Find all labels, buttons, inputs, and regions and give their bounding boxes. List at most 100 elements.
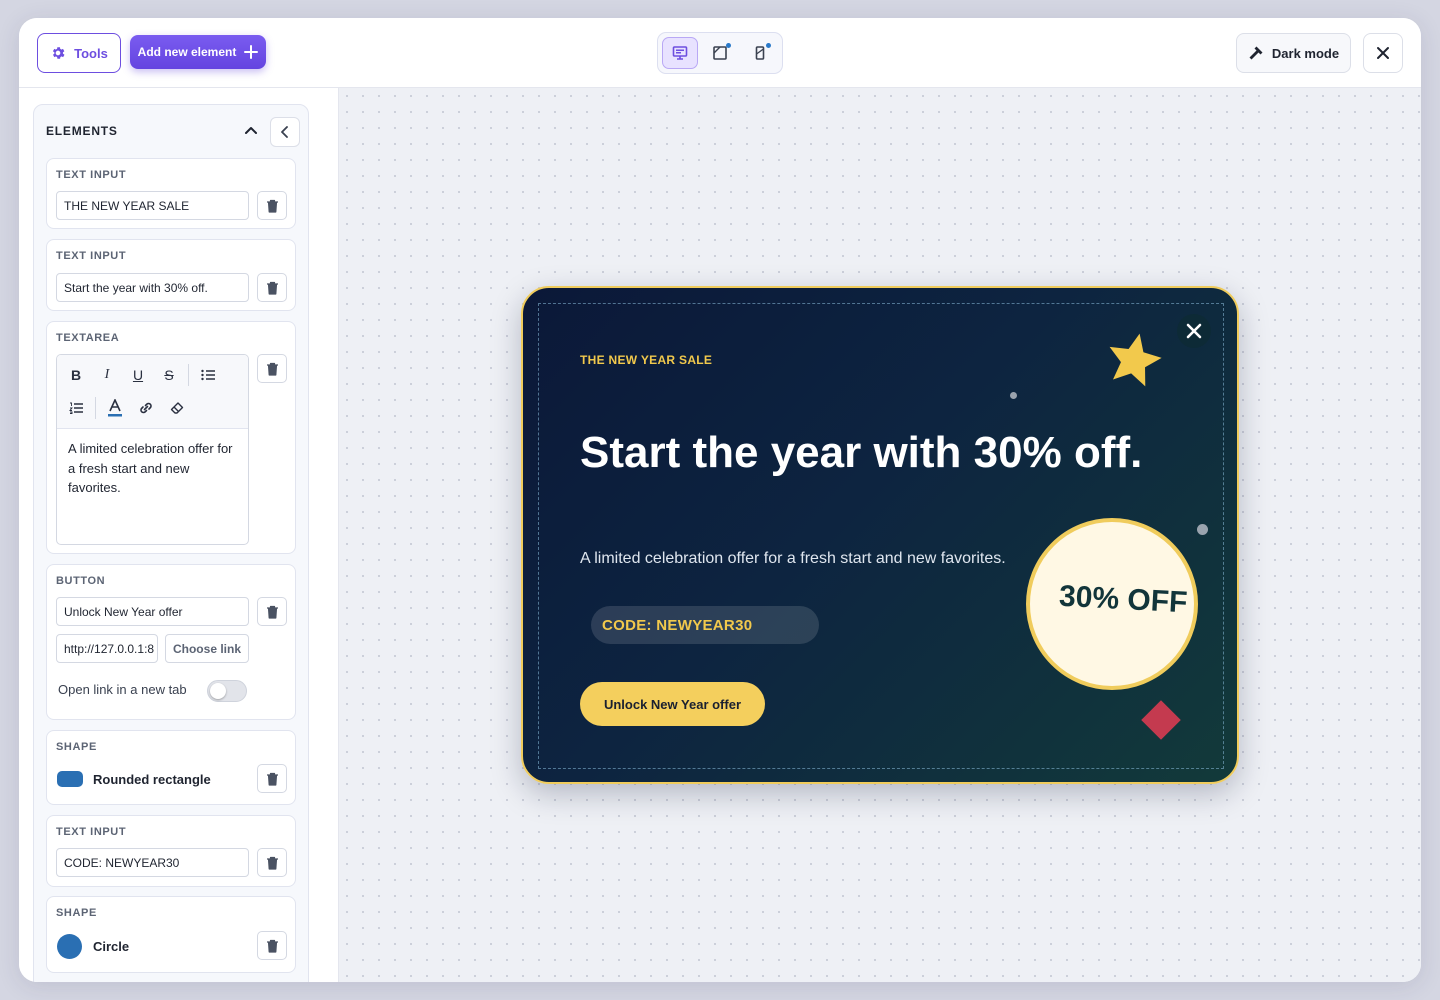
popup-code-pill[interactable]: CODE: NEWYEAR30 — [591, 606, 819, 644]
rounded-rectangle-swatch — [57, 771, 83, 787]
delete-element-button[interactable] — [257, 764, 287, 793]
hammer-icon — [1249, 46, 1263, 60]
mobile-view-button[interactable] — [742, 37, 778, 69]
toolbar-separator — [188, 364, 189, 386]
element-card-button: BUTTON Unlock New Year offer http://127.… — [46, 564, 296, 720]
text-color-icon — [108, 399, 122, 417]
underline-button[interactable]: U — [125, 362, 151, 388]
element-text-field[interactable]: THE NEW YEAR SALE — [56, 191, 249, 220]
dark-mode-label: Dark mode — [1271, 45, 1340, 61]
toolbar-separator — [95, 397, 96, 419]
decor-dot — [1197, 524, 1208, 535]
element-type-label: TEXTAREA — [56, 332, 120, 344]
trash-icon — [266, 281, 278, 295]
element-type-label: SHAPE — [56, 907, 97, 919]
delete-element-button[interactable] — [257, 848, 287, 877]
eraser-icon — [170, 402, 184, 414]
popup-subtext[interactable]: A limited celebration offer for a fresh … — [580, 550, 1006, 568]
delete-element-button[interactable] — [257, 354, 287, 383]
tablet-view-button[interactable] — [702, 37, 738, 69]
trash-icon — [266, 939, 278, 953]
decor-dot — [1010, 392, 1017, 399]
delete-element-button[interactable] — [257, 931, 287, 960]
elements-panel: ELEMENTS TEXT INPUT THE NEW YEAR SALE TE… — [33, 104, 309, 982]
element-type-label: TEXT INPUT — [56, 250, 127, 262]
add-element-label: Add new element — [137, 45, 237, 59]
element-type-label: TEXT INPUT — [56, 169, 127, 181]
collapse-sidebar-button[interactable] — [270, 117, 300, 147]
element-text-field[interactable]: Start the year with 30% off. — [56, 273, 249, 302]
strikethrough-button[interactable]: S — [156, 362, 182, 388]
tablet-icon — [713, 46, 727, 60]
link-button[interactable] — [133, 395, 159, 421]
italic-button[interactable]: I — [94, 362, 120, 388]
bold-button[interactable]: B — [63, 362, 89, 388]
popup-close-button[interactable] — [1177, 314, 1211, 348]
bullet-list-icon — [201, 369, 215, 381]
chevron-left-icon — [281, 126, 288, 138]
choose-link-button[interactable]: Choose link — [165, 634, 249, 663]
tools-button[interactable]: Tools — [37, 33, 121, 73]
element-card-shape: SHAPE Circle — [46, 896, 296, 973]
device-preview-group — [657, 32, 783, 74]
dark-mode-button[interactable]: Dark mode — [1236, 33, 1351, 73]
link-icon — [140, 402, 152, 414]
tablet-indicator-dot — [726, 43, 731, 48]
button-link-field[interactable]: http://127.0.0.1:8 — [56, 634, 158, 663]
new-tab-toggle[interactable] — [207, 680, 247, 702]
close-editor-button[interactable] — [1363, 33, 1403, 73]
button-label-field[interactable]: Unlock New Year offer — [56, 597, 249, 626]
popup-eyebrow[interactable]: THE NEW YEAR SALE — [580, 353, 712, 367]
toggle-knob — [210, 683, 226, 699]
sidebar: ELEMENTS TEXT INPUT THE NEW YEAR SALE TE… — [19, 88, 339, 982]
close-icon — [1377, 47, 1389, 59]
design-canvas[interactable]: THE NEW YEAR SALE Start the year with 30… — [339, 88, 1421, 982]
tools-label: Tools — [74, 45, 108, 61]
mobile-icon — [755, 46, 765, 60]
star-icon — [1109, 333, 1162, 387]
top-toolbar: Tools Add new element Dark mode — [19, 18, 1421, 88]
mobile-indicator-dot — [766, 43, 771, 48]
numbered-list-icon — [69, 402, 83, 414]
popup-cta-button[interactable]: Unlock New Year offer — [580, 682, 765, 726]
trash-icon — [266, 605, 278, 619]
element-card-shape: SHAPE Rounded rectangle — [46, 730, 296, 805]
trash-icon — [266, 199, 278, 213]
shape-name: Circle — [93, 939, 130, 954]
add-element-button[interactable]: Add new element — [130, 35, 266, 69]
trash-icon — [266, 772, 278, 786]
rich-text-editor: B I U S A limited celebration offer for … — [56, 354, 249, 545]
element-card-text-input: TEXT INPUT THE NEW YEAR SALE — [46, 158, 296, 229]
text-color-button[interactable] — [102, 395, 128, 421]
popup-preview[interactable]: THE NEW YEAR SALE Start the year with 30… — [521, 286, 1239, 784]
bullet-list-button[interactable] — [195, 362, 221, 388]
trash-icon — [266, 362, 278, 376]
chevron-up-icon[interactable] — [244, 123, 258, 137]
textarea-content[interactable]: A limited celebration offer for a fresh … — [68, 439, 240, 498]
editor-window: Tools Add new element Dark mode ELEMENTS… — [19, 18, 1421, 982]
plus-icon — [244, 45, 259, 59]
close-icon — [1186, 323, 1202, 339]
clear-format-button[interactable] — [164, 395, 190, 421]
element-type-label: SHAPE — [56, 741, 97, 753]
element-card-textarea: TEXTAREA B I U S A limited celebration o… — [46, 321, 296, 554]
element-type-label: BUTTON — [56, 575, 106, 587]
popup-headline[interactable]: Start the year with 30% off. — [580, 428, 1142, 478]
desktop-view-button[interactable] — [662, 37, 698, 69]
new-tab-toggle-label: Open link in a new tab — [58, 682, 187, 697]
element-type-label: TEXT INPUT — [56, 826, 127, 838]
elements-title: ELEMENTS — [46, 124, 118, 138]
delete-element-button[interactable] — [257, 273, 287, 302]
delete-element-button[interactable] — [257, 191, 287, 220]
element-card-text-input: TEXT INPUT Start the year with 30% off. — [46, 239, 296, 311]
elements-panel-header: ELEMENTS — [34, 105, 308, 157]
element-card-text-input: TEXT INPUT CODE: NEWYEAR30 — [46, 815, 296, 887]
element-text-field[interactable]: CODE: NEWYEAR30 — [56, 848, 249, 877]
numbered-list-button[interactable] — [63, 395, 89, 421]
trash-icon — [266, 856, 278, 870]
desktop-icon — [672, 46, 688, 60]
shape-name: Rounded rectangle — [93, 772, 211, 787]
discount-badge-text[interactable]: 30% OFF — [1058, 580, 1188, 621]
rich-text-toolbar: B I U S — [57, 355, 248, 429]
delete-element-button[interactable] — [257, 597, 287, 626]
